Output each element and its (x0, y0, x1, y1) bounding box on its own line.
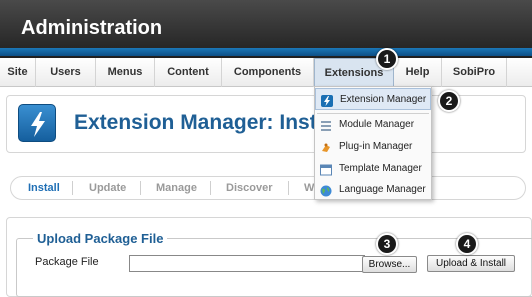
plugin-manager-icon (320, 141, 332, 153)
tab-warnings[interactable]: W (304, 180, 314, 196)
menu-sobipro[interactable]: SobiPro (442, 58, 507, 87)
dropdown-label: Extension Manager (340, 94, 427, 105)
dropdown-item-module-manager[interactable]: Module Manager (315, 114, 431, 136)
header-title: Administration (21, 17, 163, 39)
extensions-dropdown-menu: Extension Manager Module Manager Plug-in… (314, 86, 432, 200)
menu-content[interactable]: Content (155, 58, 222, 87)
tab-divider (210, 181, 211, 195)
tab-divider (288, 181, 289, 195)
tab-update[interactable]: Update (89, 180, 126, 196)
menu-help[interactable]: Help (394, 58, 442, 87)
dropdown-label: Language Manager (339, 184, 426, 195)
dropdown-label: Module Manager (339, 119, 415, 130)
dropdown-item-language-manager[interactable]: Language Manager (315, 179, 431, 201)
callout-step-1: 1 (376, 48, 398, 70)
upload-legend: Upload Package File (33, 231, 168, 246)
tab-install[interactable]: Install (28, 180, 60, 196)
menu-menus[interactable]: Menus (96, 58, 155, 87)
template-manager-icon (320, 163, 332, 176)
dropdown-item-extension-manager[interactable]: Extension Manager (315, 88, 431, 110)
package-file-label: Package File (35, 256, 99, 268)
package-file-input[interactable] (129, 255, 365, 272)
dropdown-label: Plug-in Manager (339, 141, 413, 152)
callout-step-2: 2 (438, 90, 460, 112)
callout-step-4: 4 (456, 233, 478, 255)
upload-install-button[interactable]: Upload & Install (427, 255, 515, 272)
callout-step-3: 3 (376, 233, 398, 255)
tab-divider (72, 181, 73, 195)
menu-site[interactable]: Site (0, 58, 36, 87)
extension-manager-icon (321, 94, 333, 107)
dropdown-label: Template Manager (339, 163, 422, 174)
extension-manager-logo-icon (18, 104, 56, 142)
header-accent-strip (0, 48, 532, 56)
language-manager-icon (320, 184, 332, 197)
tab-divider (140, 181, 141, 195)
tab-manage[interactable]: Manage (156, 180, 197, 196)
browse-button[interactable]: Browse... (362, 256, 417, 273)
dropdown-item-template-manager[interactable]: Template Manager (315, 158, 431, 180)
tab-discover[interactable]: Discover (226, 180, 272, 196)
module-manager-icon (320, 119, 332, 131)
menu-components[interactable]: Components (222, 58, 314, 87)
dropdown-item-plugin-manager[interactable]: Plug-in Manager (315, 136, 431, 158)
main-menu-bar: Site Users Menus Content Components Exte… (0, 58, 532, 87)
page-title: Extension Manager: Insta (74, 111, 329, 134)
menu-users[interactable]: Users (36, 58, 96, 87)
